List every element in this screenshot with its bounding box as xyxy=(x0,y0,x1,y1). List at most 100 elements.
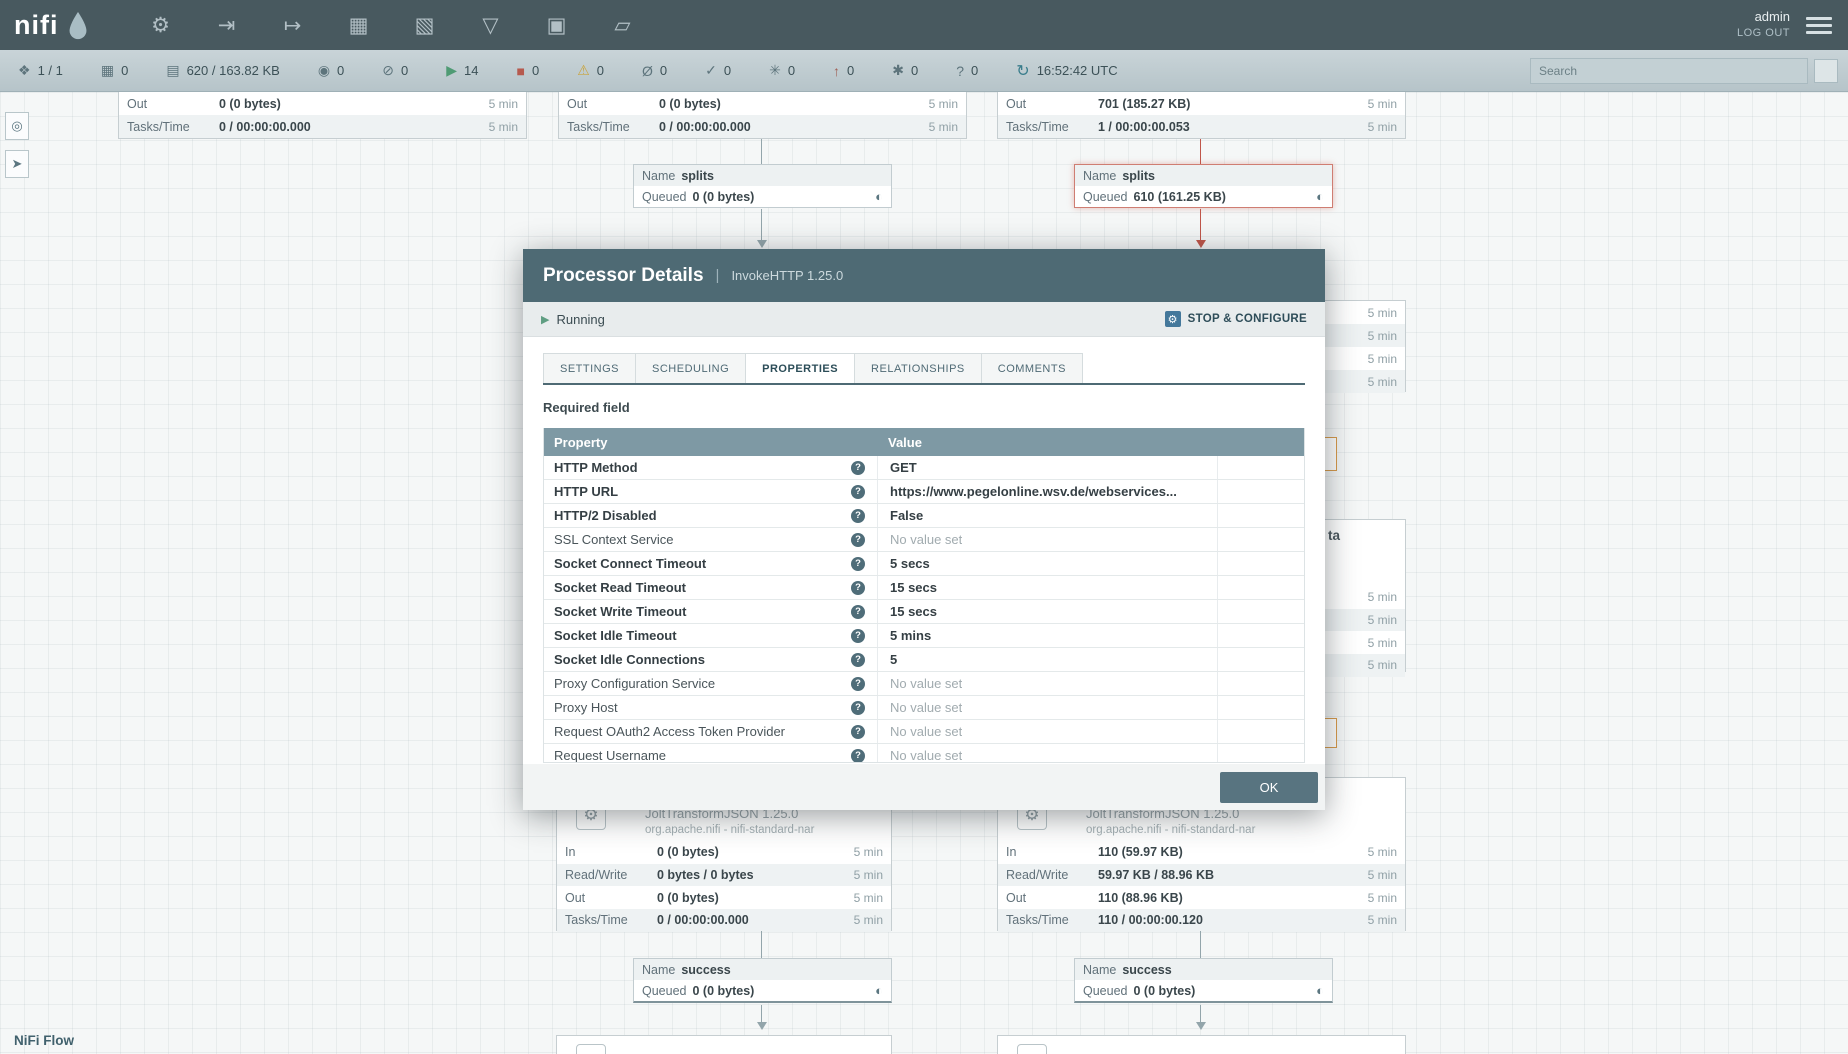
connection-label-success[interactable]: Namesuccess Queued0 (0 bytes)◐ xyxy=(633,958,892,1003)
processor-partial[interactable] xyxy=(556,1035,892,1054)
property-value: No value set xyxy=(890,700,962,715)
tab-comments[interactable]: COMMENTS xyxy=(981,353,1083,383)
dialog-tabs: SETTINGS SCHEDULING PROPERTIES RELATIONS… xyxy=(543,353,1305,385)
property-value: False xyxy=(890,508,923,523)
breadcrumb[interactable]: NiFi Flow xyxy=(14,1033,74,1048)
processor-type-icon xyxy=(576,1044,606,1054)
flow-connection-line-alert xyxy=(1200,209,1201,240)
process-group-button[interactable]: ▦ xyxy=(344,10,374,40)
property-row: Socket Write Timeout?15 secs xyxy=(544,600,1304,624)
flow-connection-line xyxy=(1200,931,1201,958)
help-icon[interactable]: ? xyxy=(851,557,865,571)
search-settings-button[interactable] xyxy=(1814,59,1838,83)
funnel-icon: ▽ xyxy=(482,13,498,38)
help-icon[interactable]: ? xyxy=(851,725,865,739)
running-state-label: Running xyxy=(556,312,604,327)
help-icon[interactable]: ? xyxy=(851,677,865,691)
navigate-palette-button[interactable]: ◎ xyxy=(5,112,29,140)
connection-label-splits-alert[interactable]: Namesplits Queued610 (161.25 KB)◐ xyxy=(1074,164,1333,208)
ok-button[interactable]: OK xyxy=(1220,772,1318,803)
refresh-icon[interactable]: ↻ xyxy=(1016,61,1029,81)
flow-arrow-icon xyxy=(1196,1022,1206,1030)
nifi-droplet-icon xyxy=(66,11,90,41)
operate-palette-button[interactable]: ➤ xyxy=(5,150,29,178)
locally-modified-icon: ✳ xyxy=(769,62,781,79)
template-icon: ▣ xyxy=(547,13,567,38)
property-name: Socket Connect Timeout xyxy=(554,556,706,571)
help-icon[interactable]: ? xyxy=(851,653,865,667)
not-transmitting-icon: ⊘ xyxy=(382,62,394,79)
help-icon[interactable]: ? xyxy=(851,533,865,547)
property-row: SSL Context Service?No value set xyxy=(544,528,1304,552)
remote-process-group-button[interactable]: ▧ xyxy=(410,10,440,40)
required-field-note: Required field xyxy=(543,400,1305,415)
help-icon[interactable]: ? xyxy=(851,749,865,763)
property-name: SSL Context Service xyxy=(554,532,673,547)
property-name: Request OAuth2 Access Token Provider xyxy=(554,724,785,739)
property-value: 15 secs xyxy=(890,580,937,595)
property-value: No value set xyxy=(890,748,962,763)
active-threads-status: ▦0 xyxy=(101,62,128,79)
properties-table-header: Property Value xyxy=(544,428,1304,456)
running-state-icon: ▶ xyxy=(541,313,549,326)
output-port-button[interactable]: ↦ xyxy=(278,10,308,40)
help-icon[interactable]: ? xyxy=(851,701,865,715)
funnel-button[interactable]: ▽ xyxy=(476,10,506,40)
stale-icon: ↑ xyxy=(833,63,840,79)
tab-settings[interactable]: SETTINGS xyxy=(543,353,636,383)
processor-button[interactable]: ⚙ xyxy=(146,10,176,40)
tab-relationships[interactable]: RELATIONSHIPS xyxy=(854,353,982,383)
help-icon[interactable]: ? xyxy=(851,629,865,643)
dialog-title-separator: | xyxy=(716,267,720,284)
active-threads-icon: ▦ xyxy=(101,62,114,79)
processor-stats-partial[interactable]: Out0 (0 bytes)5 min Tasks/Time0 / 00:00:… xyxy=(558,92,967,139)
property-name: Socket Idle Connections xyxy=(554,652,705,667)
template-button[interactable]: ▣ xyxy=(542,10,572,40)
property-name: Request Username xyxy=(554,748,666,763)
property-value: 5 secs xyxy=(890,556,930,571)
processor-stats-partial[interactable]: Out701 (185.27 KB)5 min Tasks/Time1 / 00… xyxy=(997,92,1406,139)
stop-and-configure-button[interactable]: ⚙ STOP & CONFIGURE xyxy=(1165,311,1307,327)
status-bar: ❖1 / 1 ▦0 ▤620 / 163.82 KB ◉0 ⊘0 ▶14 ■0 … xyxy=(0,50,1848,92)
property-row: Request OAuth2 Access Token Provider?No … xyxy=(544,720,1304,744)
transmitting-icon: ◉ xyxy=(318,62,330,79)
current-user: admin xyxy=(1737,8,1790,27)
property-row: HTTP URL?https://www.pegelonline.wsv.de/… xyxy=(544,480,1304,504)
processor-partial[interactable] xyxy=(997,1035,1406,1054)
property-name: Proxy Host xyxy=(554,700,618,715)
property-name: Socket Read Timeout xyxy=(554,580,686,595)
flow-connection-line xyxy=(1200,1005,1201,1022)
input-port-button[interactable]: ⇥ xyxy=(212,10,242,40)
tab-scheduling[interactable]: SCHEDULING xyxy=(635,353,746,383)
flow-connection-line xyxy=(761,209,762,240)
help-icon[interactable]: ? xyxy=(851,581,865,595)
connection-label-splits[interactable]: Namesplits Queued0 (0 bytes)◐ xyxy=(633,164,892,208)
cluster-icon: ❖ xyxy=(18,62,31,79)
locally-modified-count: ✳0 xyxy=(769,62,795,79)
navigate-icon: ◎ xyxy=(11,118,22,134)
app-header: nifi ⚙ ⇥ ↦ ▦ ▧ ▽ ▣ ▱ admin LOG OUT xyxy=(0,0,1848,50)
flow-arrow-icon xyxy=(757,240,767,248)
property-row: HTTP/2 Disabled?False xyxy=(544,504,1304,528)
locally-modified-stale-icon: ✱ xyxy=(892,62,904,79)
not-transmitting-status: ⊘0 xyxy=(382,62,408,79)
up-to-date-count: ✓0 xyxy=(705,62,731,79)
processor-stats-partial[interactable]: Out0 (0 bytes)5 min Tasks/Time0 / 00:00:… xyxy=(118,92,527,139)
sync-failure-count: ?0 xyxy=(956,63,978,79)
property-name: HTTP URL xyxy=(554,484,618,499)
search-input[interactable] xyxy=(1530,58,1808,84)
help-icon[interactable]: ? xyxy=(851,509,865,523)
help-icon[interactable]: ? xyxy=(851,461,865,475)
logout-link[interactable]: LOG OUT xyxy=(1737,26,1790,42)
flow-connection-line-alert xyxy=(1200,139,1201,164)
connection-label-success[interactable]: Namesuccess Queued0 (0 bytes)◐ xyxy=(1074,958,1333,1003)
label-button[interactable]: ▱ xyxy=(608,10,638,40)
tab-properties[interactable]: PROPERTIES xyxy=(745,353,855,383)
load-balance-icon: ◐ xyxy=(875,983,883,998)
help-icon[interactable]: ? xyxy=(851,605,865,619)
global-menu-icon[interactable] xyxy=(1806,12,1832,38)
processor-bundle: org.apache.nifi - nifi-standard-nar xyxy=(1086,824,1255,836)
dialog-header: Processor Details | InvokeHTTP 1.25.0 xyxy=(523,249,1325,302)
property-value: 5 xyxy=(890,652,897,667)
help-icon[interactable]: ? xyxy=(851,485,865,499)
